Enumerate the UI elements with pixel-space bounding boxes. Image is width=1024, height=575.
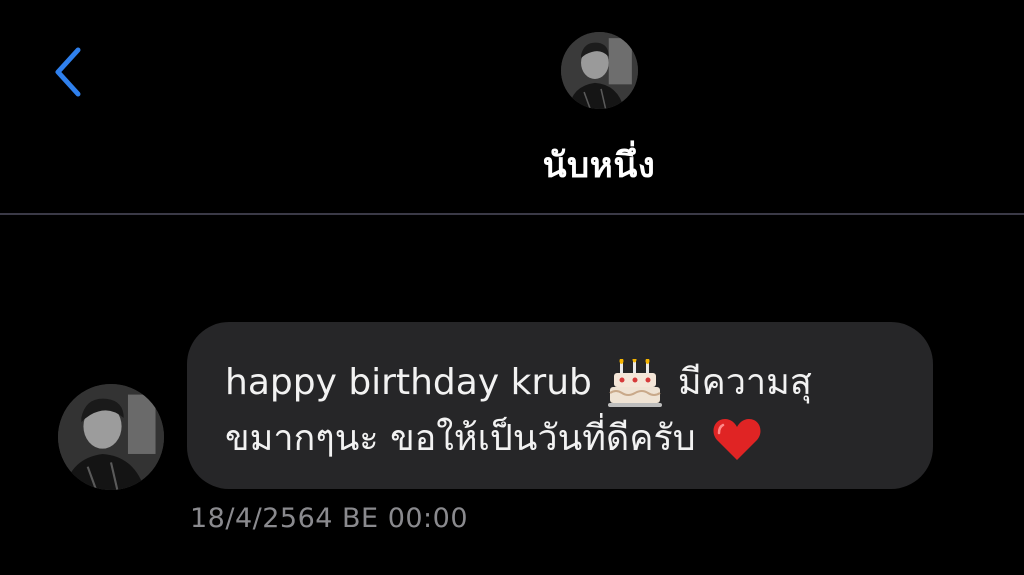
sender-photo (58, 384, 164, 490)
chevron-left-icon (55, 47, 81, 97)
red-heart-icon (712, 416, 762, 462)
contact-name[interactable]: นับหนึ่ง (400, 138, 798, 193)
sender-avatar[interactable] (58, 384, 164, 490)
header-divider (0, 213, 1024, 215)
contact-photo (561, 32, 638, 109)
birthday-cake-icon (607, 359, 662, 407)
message-text-1-tail: มีความสุ (677, 362, 812, 403)
chat-screen: นับหนึ่ง happy birthday krub มีความสุ ขม… (0, 0, 1024, 575)
message-line-2: ขมากๆนะ ขอให้เป็นวันที่ดีครับ (225, 411, 913, 467)
contact-avatar[interactable] (561, 32, 638, 109)
message-bubble[interactable]: happy birthday krub มีความสุ ขมากๆนะ ขอใ… (187, 322, 933, 489)
back-button[interactable] (44, 42, 92, 102)
message-line-1: happy birthday krub มีความสุ (225, 355, 913, 411)
message-timestamp: 18/4/2564 BE 00:00 (190, 503, 468, 534)
message-text-1: happy birthday krub (225, 362, 592, 403)
message-text-2: ขมากๆนะ ขอให้เป็นวันที่ดีครับ (225, 418, 696, 459)
